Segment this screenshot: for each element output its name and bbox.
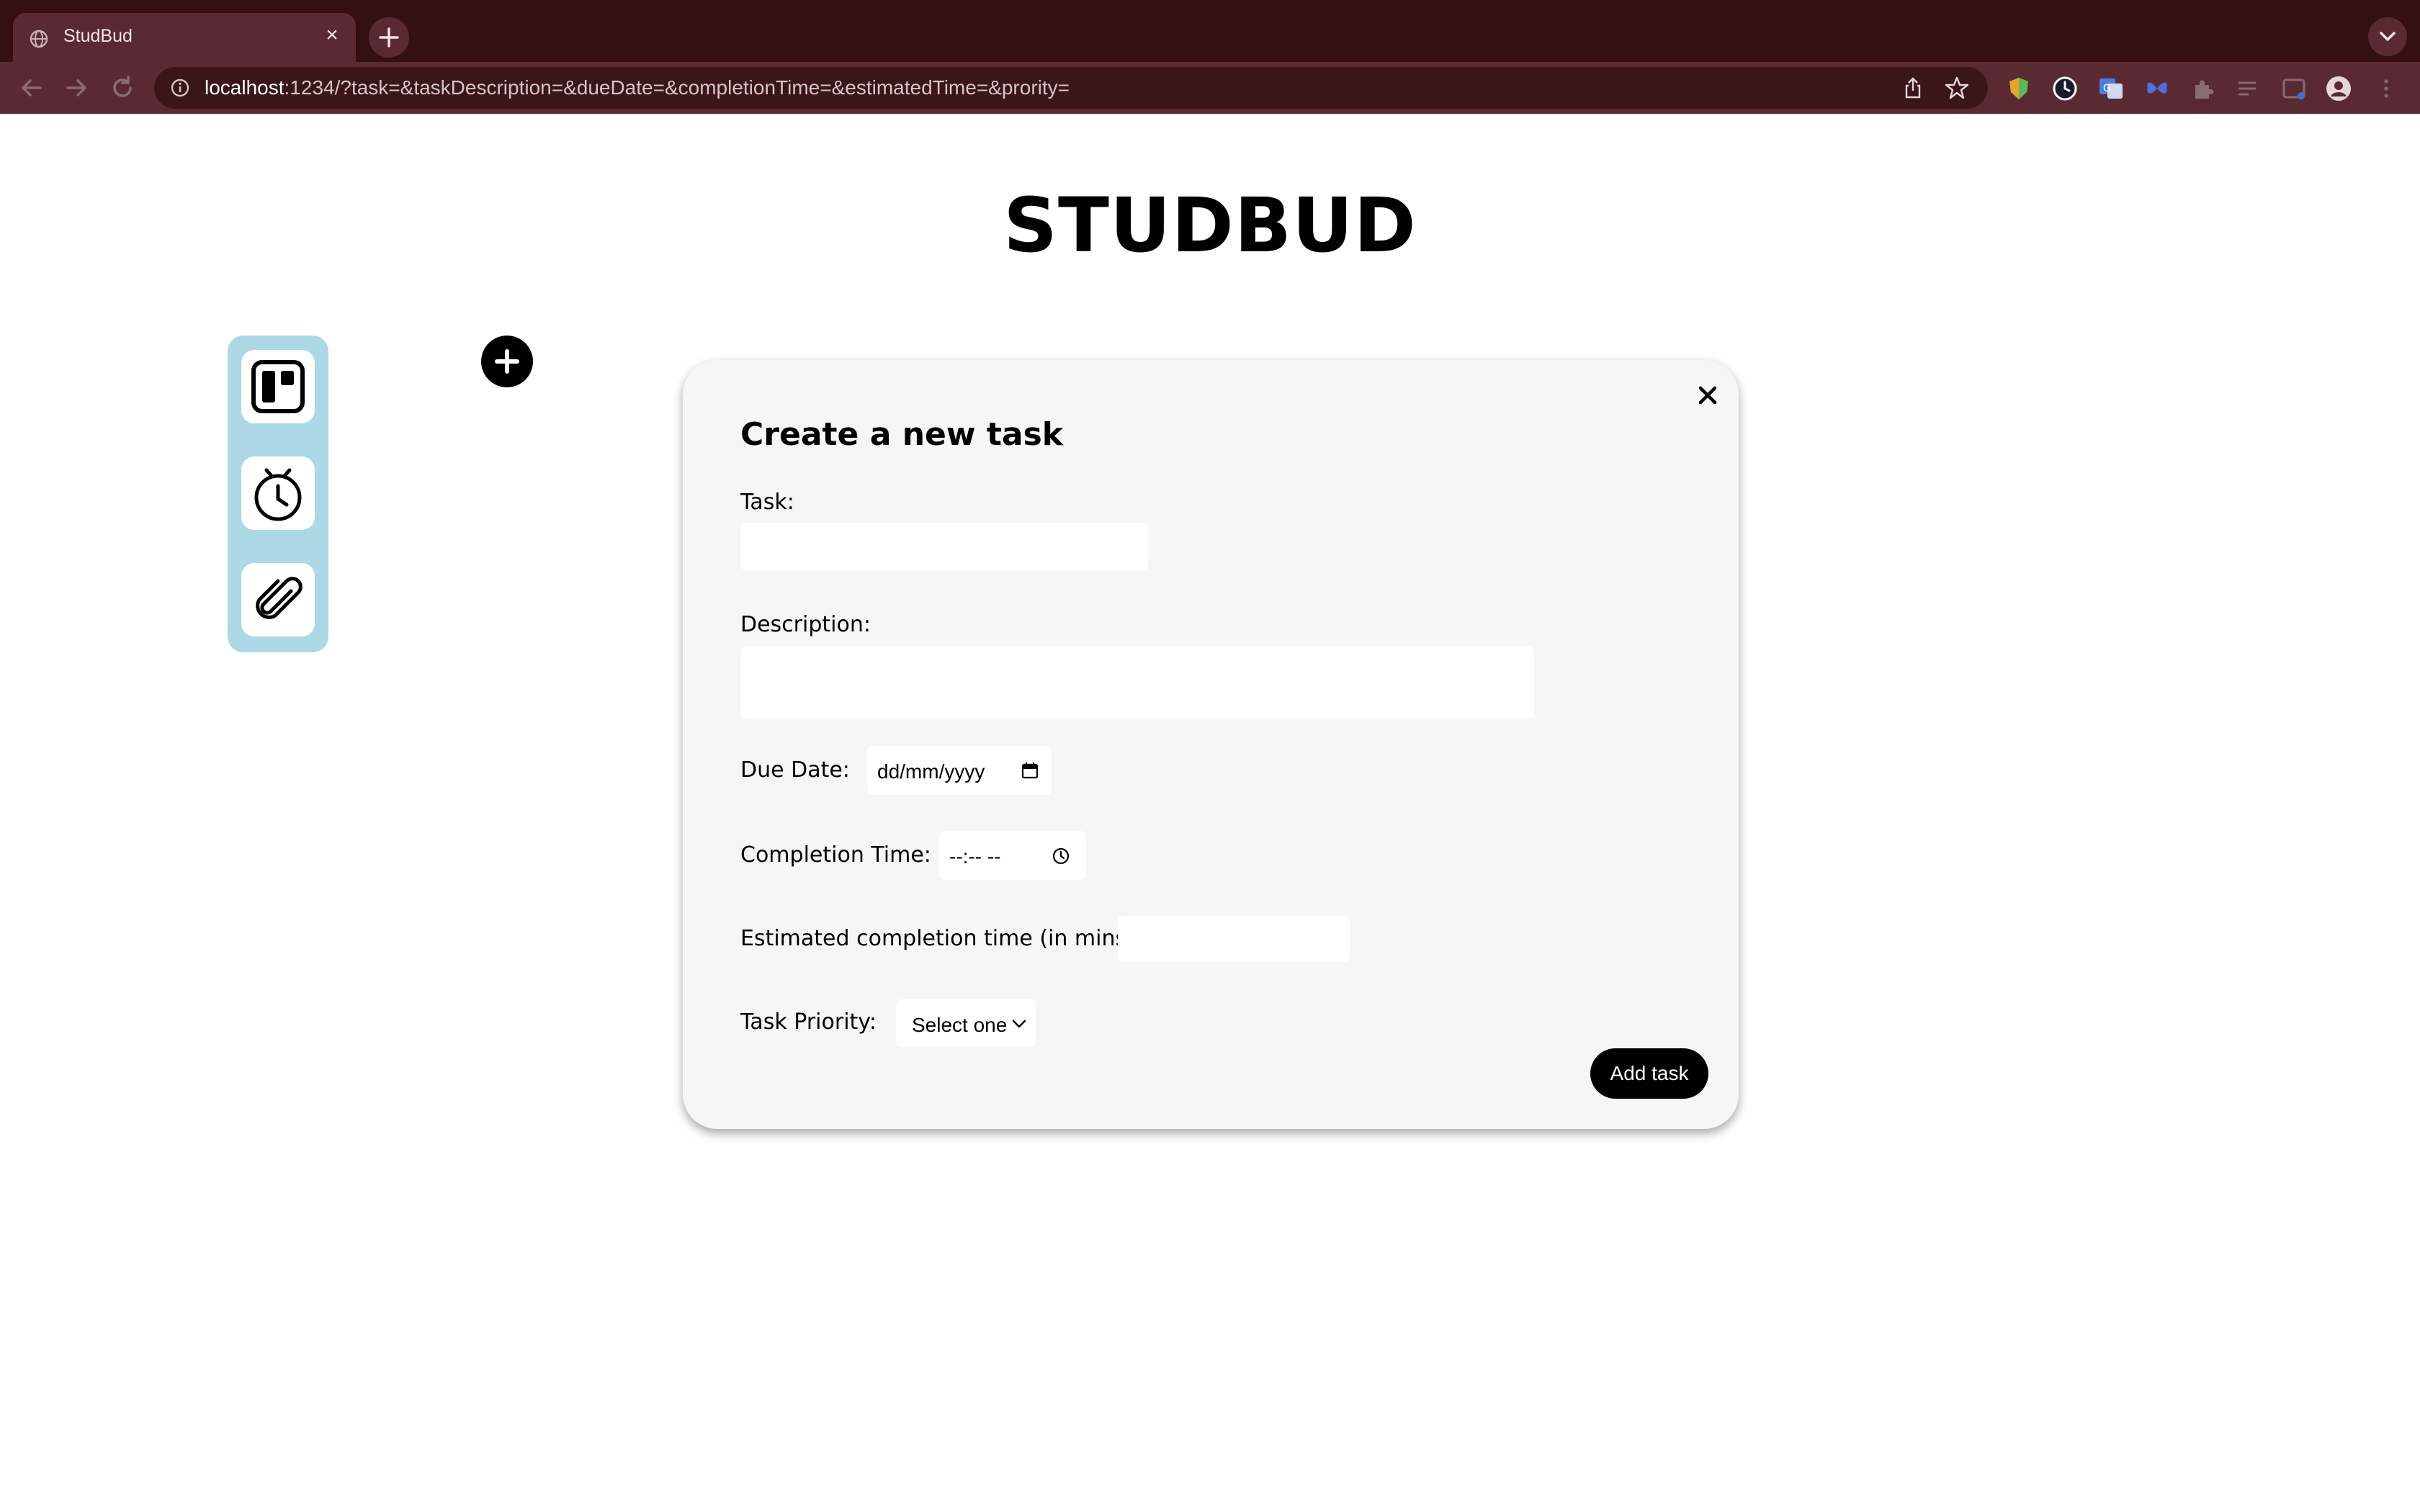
browser-tab[interactable]: StudBud × [13, 13, 356, 62]
priority-selected-value: Select one [912, 1014, 1008, 1036]
chevron-down-icon [1012, 1020, 1026, 1028]
add-task-button[interactable]: Add task [1590, 1048, 1708, 1099]
task-label: Task: [740, 490, 794, 515]
paperclip-icon [256, 577, 302, 619]
sidepanel-icon[interactable] [2280, 75, 2308, 102]
plus-icon [495, 349, 519, 374]
svg-text:G: G [2103, 83, 2111, 94]
priority-select[interactable]: Select one [896, 999, 1036, 1047]
modal-heading: Create a new task [740, 416, 1064, 453]
completion-time-label: Completion Time: [740, 842, 931, 868]
profile-icon[interactable] [2325, 75, 2352, 102]
reading-list-icon[interactable] [2234, 75, 2262, 102]
completion-time-input[interactable]: --:-- -- [939, 831, 1086, 880]
arrow-right-icon[interactable] [60, 72, 92, 104]
completion-time-placeholder: --:-- -- [949, 845, 1001, 868]
sidebar-item-resources[interactable] [241, 563, 315, 636]
star-icon[interactable] [1945, 76, 1969, 100]
due-date-input[interactable]: dd/mm/yyyy [867, 746, 1052, 795]
sidebar-item-kanban[interactable] [241, 350, 315, 423]
url-text: localhost:1234/?task=&taskDescription=&d… [205, 76, 1070, 99]
create-task-modal: Create a new task Task: Description: Due… [683, 360, 1739, 1129]
butterfly-extension-icon[interactable] [2143, 75, 2171, 102]
tab-search-button[interactable] [2368, 17, 2407, 56]
puzzle-icon[interactable] [2190, 75, 2217, 102]
task-input[interactable] [740, 523, 1148, 570]
sidebar-item-timer[interactable] [241, 456, 315, 530]
due-date-placeholder: dd/mm/yyyy [877, 760, 985, 783]
url-host: localhost [205, 76, 284, 99]
browser-toolbar: localhost:1234/?task=&taskDescription=&d… [0, 62, 2420, 114]
tab-close-button[interactable]: × [320, 23, 344, 48]
priority-label: Task Priority: [740, 1009, 877, 1035]
clock-extension-icon[interactable] [2051, 75, 2079, 102]
estimated-time-label: Estimated completion time (in mins): [740, 926, 1142, 951]
address-bar[interactable]: localhost:1234/?task=&taskDescription=&d… [154, 67, 1988, 109]
translate-icon[interactable]: G [2097, 75, 2125, 102]
due-date-label: Due Date: [740, 757, 850, 783]
globe-icon [30, 30, 48, 48]
description-input[interactable] [740, 647, 1534, 719]
info-icon[interactable] [170, 78, 190, 98]
browser-tabstrip: StudBud × [0, 0, 2420, 62]
chevron-down-icon [2380, 32, 2396, 41]
arrow-left-icon[interactable] [16, 72, 48, 104]
kebab-menu-icon[interactable] [2372, 75, 2400, 102]
tab-title: StudBud [63, 26, 133, 46]
description-label: Description: [740, 612, 871, 637]
close-icon[interactable] [1690, 377, 1726, 413]
plus-icon [379, 27, 399, 48]
sidebar [228, 336, 328, 652]
clock-icon[interactable] [1052, 847, 1070, 865]
add-task-open-button[interactable] [481, 336, 533, 387]
estimated-time-input[interactable] [1118, 916, 1350, 962]
kanban-icon [251, 360, 305, 413]
url-path: :1234/?task=&taskDescription=&dueDate=&c… [284, 76, 1070, 99]
stopwatch-icon [254, 468, 302, 521]
brave-shield-icon[interactable] [2005, 75, 2033, 102]
reload-icon[interactable] [107, 72, 138, 104]
app-title: STUDBUD [1003, 181, 1417, 269]
new-tab-button[interactable] [369, 17, 409, 58]
calendar-icon[interactable] [1021, 762, 1039, 779]
share-icon[interactable] [1901, 76, 1924, 99]
